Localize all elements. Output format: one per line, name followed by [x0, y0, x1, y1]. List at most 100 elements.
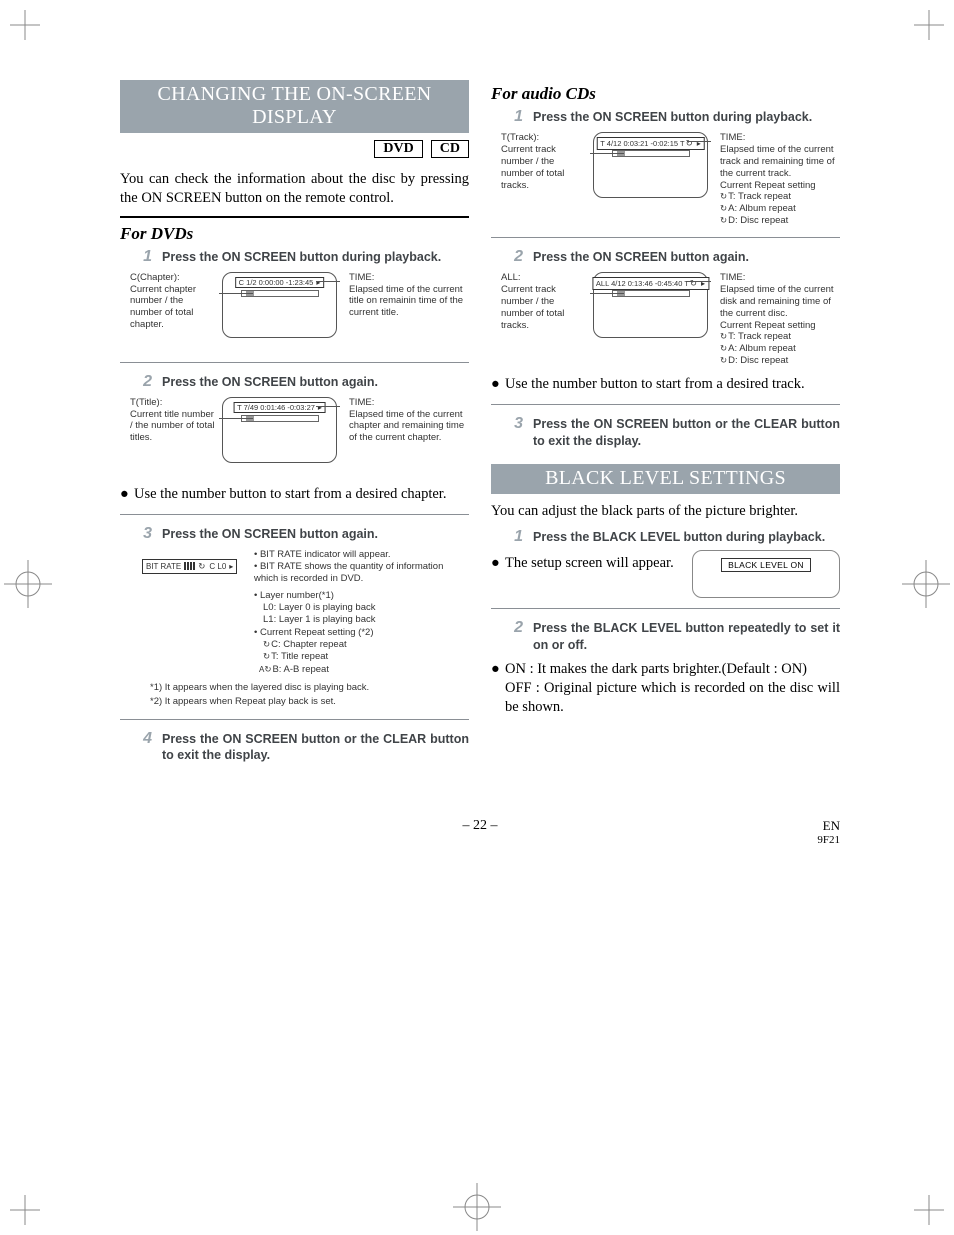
repeat-icon: [263, 639, 271, 650]
bitrate-osd: BIT RATE C L0 ▸: [142, 559, 237, 574]
repeat-icon: [198, 561, 206, 572]
fig-right-extra: Current Repeat setting: [720, 180, 840, 192]
step-row: 1 Press the BLACK LEVEL button during pl…: [501, 528, 840, 546]
fig-left-desc: Current track number / the number of tot…: [501, 144, 587, 192]
device-screen: C 1/2 0:00:00 -1:23:45: [222, 272, 337, 338]
fig-left-desc: Current title number / the number of tot…: [130, 409, 216, 445]
blacklevel-intro: You can adjust the black parts of the pi…: [491, 502, 840, 521]
registration-left: [4, 560, 52, 608]
blacklevel-screen: BLACK LEVEL ON: [692, 550, 840, 598]
osd-bar: T 7/49 0:01:46 -0:03:27: [233, 402, 326, 413]
step-number: 1: [130, 248, 152, 266]
step-text: Press the ON SCREEN button again.: [533, 249, 840, 266]
figure-dvd-1: C(Chapter): Current chapter number / the…: [130, 272, 469, 352]
step-row: 1 Press the ON SCREEN button during play…: [501, 108, 840, 126]
step-number: 2: [501, 619, 523, 637]
step-number: 3: [501, 415, 523, 433]
fig-right-desc: Elapsed time of the current chapter and …: [349, 409, 469, 445]
fig-right-desc: Elapsed time of the current title on rem…: [349, 284, 469, 320]
play-icon: ▸: [229, 562, 233, 571]
fig-left-title: ALL:: [501, 272, 587, 284]
divider: [491, 237, 840, 238]
divider: [120, 216, 469, 218]
fig-right-title: TIME:: [349, 397, 469, 409]
step-row: 1 Press the ON SCREEN button during play…: [130, 248, 469, 266]
divider: [491, 404, 840, 405]
media-tags: DVD CD: [120, 139, 469, 158]
page-lang-code: EN 9F21: [817, 818, 840, 846]
subsection-for-cds: For audio CDs: [491, 84, 840, 104]
blacklevel-osd: BLACK LEVEL ON: [721, 558, 811, 572]
fig-left-title: T(Track):: [501, 132, 587, 144]
repeat-icon: [720, 343, 728, 354]
step-row: 2 Press the ON SCREEN button again.: [130, 373, 469, 391]
fig-right-title: TIME:: [349, 272, 469, 284]
osd-bar: C 1/2 0:00:00 -1:23:45: [235, 277, 325, 288]
crop-mark-top-right: [902, 10, 944, 52]
footnote: *1) It appears when the layered disc is …: [150, 682, 469, 695]
subsection-for-dvds: For DVDs: [120, 224, 469, 244]
crop-mark-bottom-left: [10, 1183, 52, 1225]
page-number: – 22 –: [120, 818, 840, 834]
figure-dvd-3: BIT RATE C L0 ▸ • BIT RATE indicator wil…: [142, 549, 469, 709]
divider: [120, 362, 469, 363]
bullet-chapter-number: ● Use the number button to start from a …: [120, 485, 469, 504]
media-tag-cd: CD: [431, 140, 469, 158]
crop-mark-top-left: [10, 10, 52, 52]
footnote: *2) It appears when Repeat play back is …: [150, 696, 469, 709]
repeat-icon: [720, 203, 728, 214]
osd-bar: ALL 4/12 0:13:46 -0:45:40 T: [592, 277, 709, 290]
figure-cd-2: ALL: Current track number / the number o…: [501, 272, 840, 367]
step-text: Press the ON SCREEN button or the CLEAR …: [533, 416, 840, 450]
step-text: Press the ON SCREEN button again.: [162, 526, 469, 543]
step-text: Press the BLACK LEVEL button repeatedly …: [533, 620, 840, 654]
divider: [120, 719, 469, 720]
play-icon: [316, 278, 320, 287]
bullet-track-number: ● Use the number button to start from a …: [491, 375, 840, 394]
fig-right-extra: Current Repeat setting: [720, 320, 840, 332]
step-text: Press the ON SCREEN button again.: [162, 374, 469, 391]
page-content: CHANGING THE ON-SCREEN DISPLAY DVD CD Yo…: [120, 80, 840, 768]
crop-mark-bottom-right: [902, 1183, 944, 1225]
step-number: 1: [501, 108, 523, 126]
figure-cd-1: T(Track): Current track number / the num…: [501, 132, 840, 227]
registration-right: [902, 560, 950, 608]
step-number: 3: [130, 525, 152, 543]
fig-right-title: TIME:: [720, 132, 840, 144]
section-banner-onscreen: CHANGING THE ON-SCREEN DISPLAY: [120, 80, 469, 133]
step-text: Press the ON SCREEN button during playba…: [162, 249, 469, 266]
fig-left-desc: Current track number / the number of tot…: [501, 284, 587, 332]
step-row: 3 Press the ON SCREEN button again.: [130, 525, 469, 543]
step-text: Press the ON SCREEN button or the CLEAR …: [162, 731, 469, 765]
step-number: 1: [501, 528, 523, 546]
repeat-icon: [720, 331, 728, 342]
device-screen: T 4/12 0:03:21 -0:02:15 T: [593, 132, 708, 198]
figure-dvd-2: T(Title): Current title number / the num…: [130, 397, 469, 477]
step-text: Press the BLACK LEVEL button during play…: [533, 529, 840, 546]
step-row: 4 Press the ON SCREEN button or the CLEA…: [130, 730, 469, 765]
fig-right-desc: Elapsed time of the current disk and rem…: [720, 284, 840, 320]
divider: [120, 514, 469, 515]
intro-text: You can check the information about the …: [120, 170, 469, 208]
fig-right-desc: Elapsed time of the current track and re…: [720, 144, 840, 180]
media-tag-dvd: DVD: [374, 140, 422, 158]
registration-bottom: [453, 1183, 501, 1231]
repeat-icon: [720, 355, 728, 366]
repeat-icon: [263, 651, 271, 662]
section-banner-blacklevel: BLACK LEVEL SETTINGS: [491, 464, 840, 494]
repeat-icon: [690, 278, 698, 289]
left-column: CHANGING THE ON-SCREEN DISPLAY DVD CD Yo…: [120, 80, 469, 768]
step-row: 2 Press the ON SCREEN button again.: [501, 248, 840, 266]
step-number: 4: [130, 730, 152, 748]
step-row: 3 Press the ON SCREEN button or the CLEA…: [501, 415, 840, 450]
repeat-icon: [720, 191, 728, 202]
osd-bar: T 4/12 0:03:21 -0:02:15 T: [596, 137, 705, 150]
repeat-icon: [686, 138, 694, 149]
right-column: For audio CDs 1 Press the ON SCREEN butt…: [491, 80, 840, 768]
fig-right-title: TIME:: [720, 272, 840, 284]
fig-left-desc: Current chapter number / the number of t…: [130, 284, 216, 332]
device-screen: ALL 4/12 0:13:46 -0:45:40 T: [593, 272, 708, 338]
step-text: Press the ON SCREEN button during playba…: [533, 109, 840, 126]
fig-left-title: C(Chapter):: [130, 272, 216, 284]
blacklevel-setup-row: ● The setup screen will appear. BLACK LE…: [491, 550, 840, 598]
